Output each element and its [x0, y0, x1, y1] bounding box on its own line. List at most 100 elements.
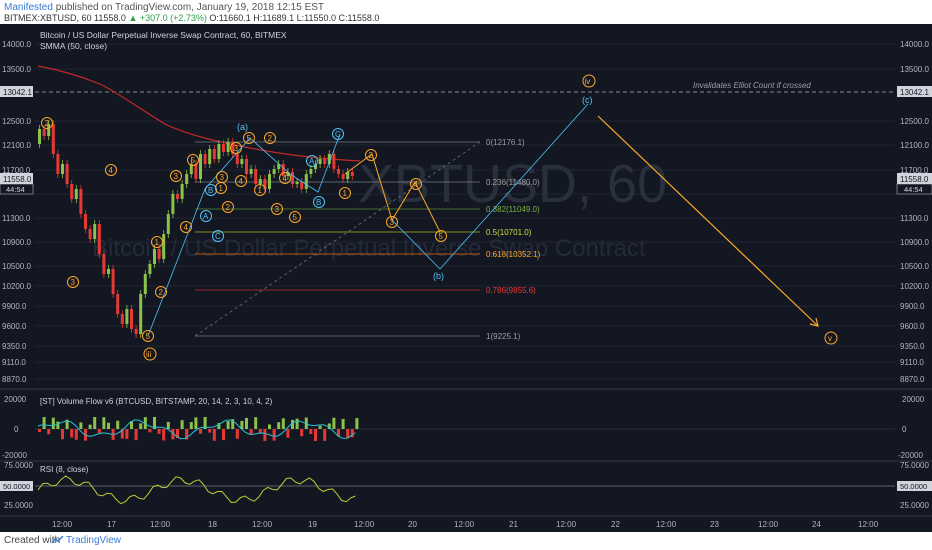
- price-candles[interactable]: [38, 120, 354, 338]
- svg-text:75.0000: 75.0000: [4, 461, 33, 470]
- candle: [291, 172, 294, 184]
- svg-text:2: 2: [159, 288, 164, 297]
- candle: [166, 214, 170, 234]
- tradingview-logo-icon: [52, 536, 64, 544]
- indicator-label: SMMA (50, close): [40, 41, 107, 51]
- svg-text:12:00: 12:00: [150, 520, 171, 529]
- candle: [162, 234, 166, 259]
- volume-bar: [222, 429, 225, 441]
- svg-text:5: 5: [293, 213, 298, 222]
- candle: [318, 159, 322, 164]
- volume-bar: [268, 424, 271, 429]
- svg-text:5: 5: [247, 134, 252, 143]
- volume-bar: [286, 429, 290, 438]
- svg-text:9350.0: 9350.0: [900, 342, 925, 351]
- candle: [38, 129, 41, 144]
- wave-label-b: (b): [433, 271, 444, 281]
- chart-area[interactable]: XBTUSD, 60 Bitcoin / US Dollar Perpetual…: [0, 24, 932, 534]
- candle: [245, 159, 248, 174]
- candle: [134, 329, 138, 334]
- fib-0-label: 0(12176.1): [486, 138, 525, 147]
- volume-bar: [74, 429, 78, 440]
- last-price: 11558.0: [94, 13, 126, 23]
- svg-text:11558.0: 11558.0: [900, 175, 929, 184]
- volume-bar: [212, 429, 216, 441]
- volume-bar: [208, 429, 212, 433]
- svg-text:5: 5: [146, 332, 151, 341]
- volume-bar: [309, 429, 313, 435]
- svg-text:10500.0: 10500.0: [900, 262, 929, 271]
- volume-bar: [102, 417, 106, 429]
- svg-text:12:00: 12:00: [354, 520, 375, 529]
- candle: [272, 169, 276, 174]
- svg-text:1: 1: [219, 184, 224, 193]
- candle: [203, 154, 207, 164]
- candle: [180, 184, 184, 199]
- svg-text:9900.0: 9900.0: [900, 302, 925, 311]
- svg-text:18: 18: [208, 520, 217, 529]
- svg-text:A: A: [309, 157, 315, 166]
- publish-header: Manifested published on TradingView.com,…: [0, 0, 932, 24]
- volume-bar: [235, 429, 239, 439]
- svg-text:9600.0: 9600.0: [900, 322, 925, 331]
- time-axis[interactable]: 12:00 17 12:00 18 12:00 19 12:00 20 12:0…: [52, 520, 879, 529]
- watermark-name: Bitcoin / US Dollar Perpetual Inverse Sw…: [92, 235, 646, 262]
- volume-bar: [162, 429, 166, 441]
- volume-bar: [42, 417, 46, 429]
- svg-text:19: 19: [308, 520, 317, 529]
- volume-bar: [189, 422, 193, 429]
- volume-bar: [51, 417, 55, 429]
- svg-text:9900.0: 9900.0: [2, 302, 27, 311]
- candle: [309, 169, 313, 174]
- svg-text:13500.0: 13500.0: [2, 65, 31, 74]
- rsi-line: [37, 475, 356, 505]
- volume-bar: [116, 420, 120, 429]
- svg-text:12:00: 12:00: [858, 520, 879, 529]
- rsi-pane-title: RSI (8, close): [40, 465, 89, 474]
- candle: [143, 274, 147, 294]
- fib-786-label: 0.786(9855.6): [486, 286, 536, 295]
- volume-pane-title: [ST] Volume Flow v6 (BTCUSD, BITSTAMP, 2…: [40, 397, 273, 406]
- svg-text:8870.0: 8870.0: [900, 375, 925, 384]
- candle: [249, 169, 253, 174]
- price-change: ▲ +307.0 (+2.73%): [128, 13, 207, 23]
- candle: [176, 194, 179, 199]
- candle: [102, 254, 106, 274]
- volume-bar: [157, 429, 161, 434]
- candle: [130, 309, 133, 329]
- volume-bar: [281, 418, 285, 429]
- volume-bar: [56, 421, 60, 429]
- smma-line[interactable]: [37, 65, 361, 162]
- svg-text:25.0000: 25.0000: [4, 501, 33, 510]
- svg-text:3: 3: [234, 144, 239, 153]
- svg-text:12:00: 12:00: [656, 520, 677, 529]
- volume-bar: [125, 429, 129, 439]
- candle: [199, 154, 202, 179]
- svg-text:2: 2: [226, 203, 231, 212]
- svg-text:10900.0: 10900.0: [2, 238, 31, 247]
- fib-236-label: 0.236(11480.0): [486, 178, 540, 187]
- svg-text:20: 20: [408, 520, 417, 529]
- candle: [61, 164, 64, 174]
- svg-text:3: 3: [174, 172, 179, 181]
- candle: [79, 189, 83, 214]
- chart-canvas[interactable]: XBTUSD, 60 Bitcoin / US Dollar Perpetual…: [0, 24, 932, 534]
- volume-bar: [134, 429, 138, 441]
- svg-text:50.0000: 50.0000: [3, 482, 30, 491]
- svg-text:4: 4: [184, 223, 189, 232]
- candle: [93, 224, 97, 239]
- svg-text:12:00: 12:00: [758, 520, 779, 529]
- svg-text:2: 2: [369, 151, 374, 160]
- volume-bar: [254, 417, 258, 429]
- candle: [254, 169, 258, 184]
- candle: [337, 169, 340, 174]
- wave-v-arrow[interactable]: [597, 115, 819, 327]
- author-link[interactable]: Manifested: [4, 2, 53, 13]
- chart-title: Bitcoin / US Dollar Perpetual Inverse Sw…: [40, 30, 287, 40]
- svg-text:2: 2: [45, 119, 50, 128]
- candle: [240, 159, 244, 164]
- tradingview-brand[interactable]: TradingView: [66, 535, 121, 546]
- published-text: published on TradingView.com, January 19…: [55, 2, 325, 13]
- volume-bar: [70, 429, 74, 438]
- svg-text:12:00: 12:00: [52, 520, 73, 529]
